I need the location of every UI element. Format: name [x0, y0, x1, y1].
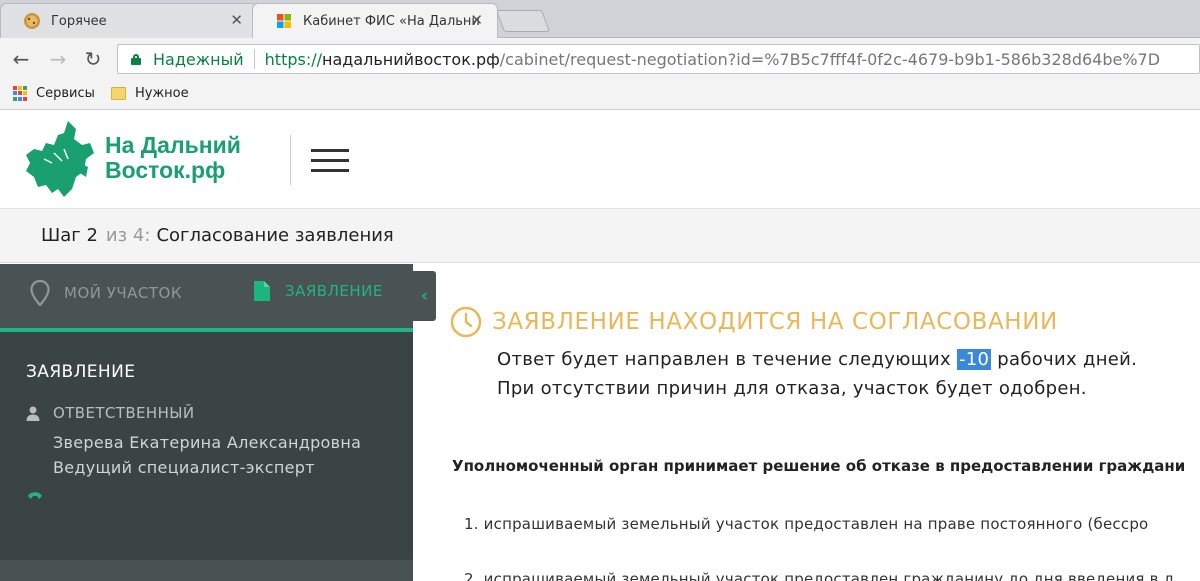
- folder-icon: [111, 87, 126, 100]
- main-content: ЗАЯВЛЕНИЕ НАХОДИТСЯ НА СОГЛАСОВАНИИ Отве…: [436, 264, 1200, 581]
- url-scheme: https://: [264, 49, 323, 69]
- response-time-message: Ответ будет направлен в течение следующи…: [497, 349, 1137, 370]
- responsible-label: ОТВЕТСТВЕННЫЙ: [26, 404, 195, 422]
- bookmarks-bar: Сервисы Нужное: [0, 80, 1200, 110]
- bookmark-label: Нужное: [135, 86, 189, 101]
- responsible-label-text: ОТВЕТСТВЕННЫЙ: [53, 404, 195, 422]
- lock-icon: [131, 53, 141, 65]
- apps-icon: [13, 86, 28, 101]
- tab-label: ЗАЯВЛЕНИЕ: [285, 282, 383, 300]
- user-icon: [26, 406, 40, 421]
- close-tab-icon[interactable]: ✕: [470, 13, 483, 28]
- logo-line-1: На Дальний: [105, 132, 241, 158]
- site-logo-text[interactable]: На Дальний Восток.рф: [105, 133, 241, 183]
- responsible-role: Ведущий специалист-эксперт: [53, 458, 315, 477]
- back-arrow-icon[interactable]: ←: [8, 46, 34, 72]
- browser-tab-hot[interactable]: Горячее ✕: [0, 3, 258, 38]
- address-separator: [253, 49, 255, 69]
- tab-label: МОЙ УЧАСТОК: [64, 284, 183, 302]
- step-total: из 4:: [105, 225, 151, 246]
- far-east-map-logo[interactable]: [24, 119, 96, 199]
- refusal-grounds-heading: Уполномоченный орган принимает решение о…: [452, 457, 1186, 475]
- menu-hamburger-icon[interactable]: [311, 147, 351, 175]
- url-host: надальнийвосток.рф: [322, 49, 500, 69]
- tab-title: Кабинет ФИС «На Дальни: [303, 13, 480, 29]
- list-item: 2. испрашиваемый земельный участок предо…: [464, 570, 1175, 581]
- url-path: /cabinet/request-negotiation?id=%7B5c7ff…: [499, 49, 1161, 69]
- sidebar-heading: ЗАЯВЛЕНИЕ: [26, 362, 136, 382]
- tab-my-plot[interactable]: МОЙ УЧАСТОК: [30, 280, 182, 306]
- site-header: На Дальний Восток.рф: [0, 111, 1200, 208]
- clock-icon: [450, 306, 482, 338]
- status-header: ЗАЯВЛЕНИЕ НАХОДИТСЯ НА СОГЛАСОВАНИИ: [450, 306, 1058, 338]
- approval-message: При отсутствии причин для отказа, участо…: [497, 378, 1087, 399]
- sidebar-panel: ЗАЯВЛЕНИЕ ОТВЕТСТВЕННЫЙ Зверева Екатерин…: [0, 332, 413, 560]
- days-remaining: -10: [956, 349, 992, 370]
- step-title: Согласование заявления: [156, 225, 394, 246]
- cookie-icon: [24, 13, 40, 29]
- sidebar-tabs: МОЙ УЧАСТОК ЗАЯВЛЕНИЕ: [0, 264, 413, 328]
- map-pin-icon: [30, 280, 50, 306]
- browser-toolbar: ← → ↻ Надежный https://надальнийвосток.р…: [0, 38, 1200, 80]
- phone-icon: [28, 492, 42, 499]
- document-icon: [254, 281, 270, 301]
- bookmark-needed[interactable]: Нужное: [111, 86, 189, 101]
- tab-application[interactable]: ЗАЯВЛЕНИЕ: [253, 280, 383, 302]
- address-bar[interactable]: Надежный https://надальнийвосток.рф/cabi…: [117, 44, 1200, 74]
- step-indicator: Шаг 2 из 4: Согласование заявления: [0, 208, 1200, 263]
- secure-label: Надежный: [153, 49, 244, 69]
- new-tab-button[interactable]: [495, 10, 551, 32]
- responsible-name: Зверева Екатерина Александровна: [53, 433, 362, 452]
- browser-tab-strip: Горячее ✕ Кабинет ФИС «На Дальни ✕: [0, 0, 1200, 38]
- windows-logo-icon: [277, 14, 291, 28]
- sidebar-footer: [0, 560, 413, 581]
- close-tab-icon[interactable]: ✕: [230, 13, 243, 28]
- bookmark-services[interactable]: Сервисы: [13, 86, 95, 101]
- collapse-sidebar-button[interactable]: ‹: [413, 271, 436, 321]
- status-title: ЗАЯВЛЕНИЕ НАХОДИТСЯ НА СОГЛАСОВАНИИ: [492, 309, 1058, 335]
- forward-arrow-icon[interactable]: →: [45, 46, 71, 72]
- logo-line-2: Восток.рф: [105, 157, 226, 183]
- header-divider: [290, 135, 291, 185]
- browser-tab-cabinet[interactable]: Кабинет ФИС «На Дальни ✕: [252, 3, 498, 38]
- message-part-1: Ответ будет направлен в течение следующи…: [497, 349, 957, 370]
- list-item: 1. испрашиваемый земельный участок предо…: [464, 515, 1149, 533]
- sidebar: МОЙ УЧАСТОК ЗАЯВЛЕНИЕ ЗАЯВЛЕНИЕ ОТВЕТСТВ…: [0, 264, 413, 581]
- reload-icon[interactable]: ↻: [80, 46, 106, 72]
- message-part-2: рабочих дней.: [991, 349, 1138, 370]
- step-number: Шаг 2: [41, 225, 98, 246]
- tab-title: Горячее: [51, 13, 107, 29]
- bookmark-label: Сервисы: [36, 86, 95, 101]
